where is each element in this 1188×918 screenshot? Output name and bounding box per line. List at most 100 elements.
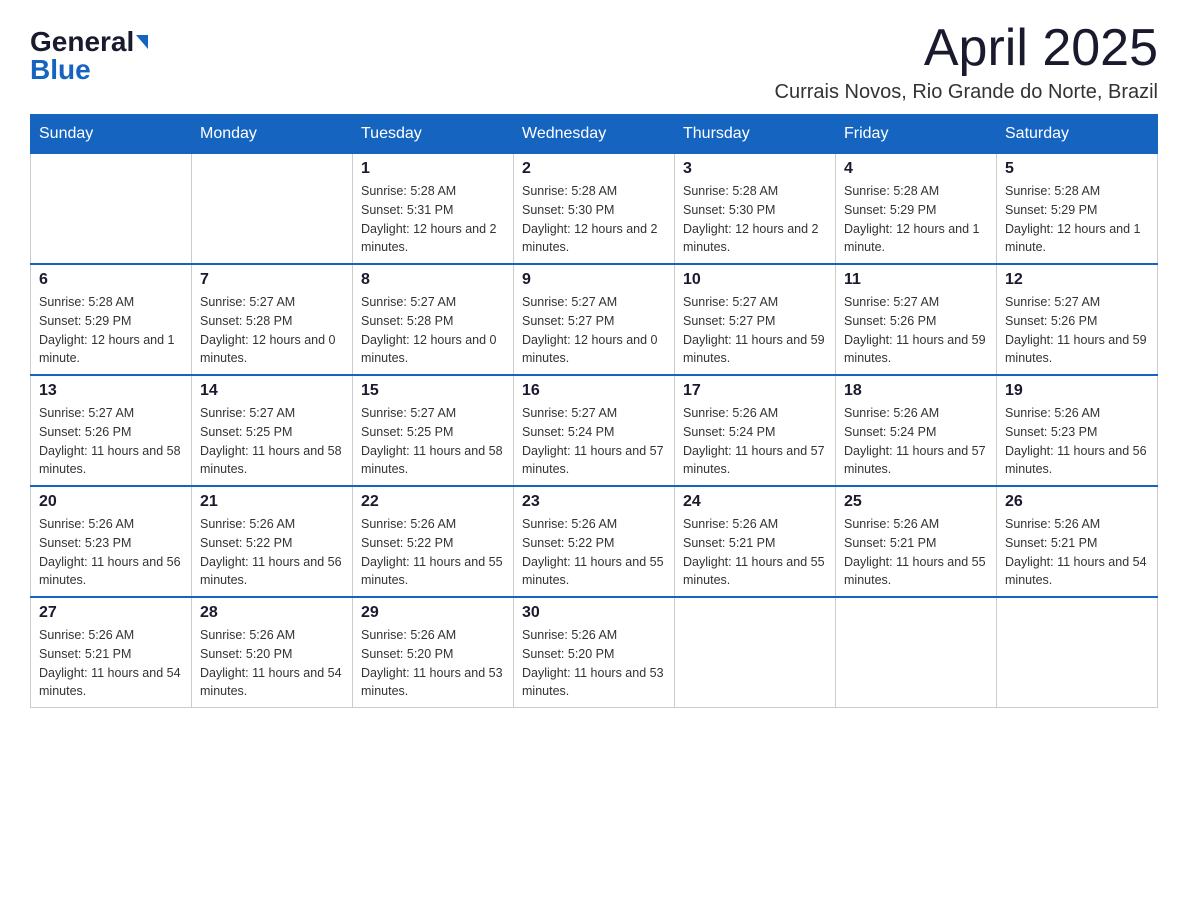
logo: General Blue bbox=[30, 20, 148, 84]
day-number: 22 bbox=[361, 493, 505, 511]
logo-general: General bbox=[30, 28, 134, 56]
day-number: 7 bbox=[200, 271, 344, 289]
table-row: 25 Sunrise: 5:26 AMSunset: 5:21 PMDayligh… bbox=[836, 486, 997, 597]
table-row: 4Sunrise: 5:28 AMSunset: 5:29 PMDaylight… bbox=[836, 154, 997, 265]
day-number: 29 bbox=[361, 604, 505, 622]
day-number: 19 bbox=[1005, 382, 1149, 400]
table-row: 5 Sunrise: 5:28 AMSunset: 5:29 PMDaylight… bbox=[997, 154, 1158, 265]
day-info: Sunrise: 5:28 AMSunset: 5:30 PMDaylight:… bbox=[683, 182, 827, 257]
table-row bbox=[836, 597, 997, 708]
table-row: 22Sunrise: 5:26 AMSunset: 5:22 PMDayligh… bbox=[353, 486, 514, 597]
table-row: 7 Sunrise: 5:27 AMSunset: 5:28 PMDaylight… bbox=[192, 264, 353, 375]
day-number: 25 bbox=[844, 493, 988, 511]
day-number: 2 bbox=[522, 160, 666, 178]
table-row bbox=[31, 154, 192, 265]
day-number: 30 bbox=[522, 604, 666, 622]
logo-blue: Blue bbox=[30, 56, 91, 84]
table-row: 28 Sunrise: 5:26 AMSunset: 5:20 PMDayligh… bbox=[192, 597, 353, 708]
table-row: 10 Sunrise: 5:27 AMSunset: 5:27 PMDayligh… bbox=[675, 264, 836, 375]
calendar-header-row: Sunday Monday Tuesday Wednesday Thursday… bbox=[31, 115, 1158, 154]
day-info: Sunrise: 5:26 AMSunset: 5:23 PMDaylight:… bbox=[39, 515, 183, 590]
calendar-week-row: 13Sunrise: 5:27 AMSunset: 5:26 PMDayligh… bbox=[31, 375, 1158, 486]
table-row: 2Sunrise: 5:28 AMSunset: 5:30 PMDaylight… bbox=[514, 154, 675, 265]
table-row bbox=[997, 597, 1158, 708]
day-number: 5 bbox=[1005, 160, 1149, 178]
table-row bbox=[675, 597, 836, 708]
day-info: Sunrise: 5:26 AMSunset: 5:21 PMDaylight:… bbox=[39, 626, 183, 701]
table-row: 27 Sunrise: 5:26 AMSunset: 5:21 PMDayligh… bbox=[31, 597, 192, 708]
day-number: 26 bbox=[1005, 493, 1149, 511]
col-friday: Friday bbox=[836, 115, 997, 154]
day-number: 21 bbox=[200, 493, 344, 511]
calendar-week-row: 6 Sunrise: 5:28 AMSunset: 5:29 PMDaylight… bbox=[31, 264, 1158, 375]
day-info: Sunrise: 5:26 AMSunset: 5:24 PMDaylight:… bbox=[844, 404, 988, 479]
table-row: 14Sunrise: 5:27 AMSunset: 5:25 PMDayligh… bbox=[192, 375, 353, 486]
table-row: 18 Sunrise: 5:26 AMSunset: 5:24 PMDayligh… bbox=[836, 375, 997, 486]
day-info: Sunrise: 5:26 AMSunset: 5:24 PMDaylight:… bbox=[683, 404, 827, 479]
location-title: Currais Novos, Rio Grande do Norte, Braz… bbox=[775, 81, 1158, 104]
table-row: 12 Sunrise: 5:27 AMSunset: 5:26 PMDayligh… bbox=[997, 264, 1158, 375]
day-number: 8 bbox=[361, 271, 505, 289]
calendar-week-row: 27 Sunrise: 5:26 AMSunset: 5:21 PMDayligh… bbox=[31, 597, 1158, 708]
table-row: 8 Sunrise: 5:27 AMSunset: 5:28 PMDaylight… bbox=[353, 264, 514, 375]
logo-arrow-icon bbox=[136, 35, 148, 49]
table-row: 19Sunrise: 5:26 AMSunset: 5:23 PMDayligh… bbox=[997, 375, 1158, 486]
col-tuesday: Tuesday bbox=[353, 115, 514, 154]
table-row: 11Sunrise: 5:27 AMSunset: 5:26 PMDayligh… bbox=[836, 264, 997, 375]
day-number: 27 bbox=[39, 604, 183, 622]
day-info: Sunrise: 5:26 AMSunset: 5:22 PMDaylight:… bbox=[522, 515, 666, 590]
calendar-week-row: 20 Sunrise: 5:26 AMSunset: 5:23 PMDayligh… bbox=[31, 486, 1158, 597]
col-monday: Monday bbox=[192, 115, 353, 154]
day-info: Sunrise: 5:26 AMSunset: 5:20 PMDaylight:… bbox=[361, 626, 505, 701]
table-row: 15 Sunrise: 5:27 AMSunset: 5:25 PMDayligh… bbox=[353, 375, 514, 486]
table-row: 26 Sunrise: 5:26 AMSunset: 5:21 PMDayligh… bbox=[997, 486, 1158, 597]
day-number: 6 bbox=[39, 271, 183, 289]
col-sunday: Sunday bbox=[31, 115, 192, 154]
day-number: 16 bbox=[522, 382, 666, 400]
day-info: Sunrise: 5:26 AMSunset: 5:21 PMDaylight:… bbox=[844, 515, 988, 590]
title-area: April 2025 Currais Novos, Rio Grande do … bbox=[775, 20, 1158, 104]
table-row: 30 Sunrise: 5:26 AMSunset: 5:20 PMDayligh… bbox=[514, 597, 675, 708]
table-row: 9 Sunrise: 5:27 AMSunset: 5:27 PMDaylight… bbox=[514, 264, 675, 375]
day-info: Sunrise: 5:27 AMSunset: 5:28 PMDaylight:… bbox=[200, 293, 344, 368]
table-row: 17Sunrise: 5:26 AMSunset: 5:24 PMDayligh… bbox=[675, 375, 836, 486]
day-number: 18 bbox=[844, 382, 988, 400]
col-saturday: Saturday bbox=[997, 115, 1158, 154]
day-info: Sunrise: 5:28 AMSunset: 5:31 PMDaylight:… bbox=[361, 182, 505, 257]
day-info: Sunrise: 5:26 AMSunset: 5:21 PMDaylight:… bbox=[683, 515, 827, 590]
day-number: 20 bbox=[39, 493, 183, 511]
day-number: 13 bbox=[39, 382, 183, 400]
day-info: Sunrise: 5:27 AMSunset: 5:24 PMDaylight:… bbox=[522, 404, 666, 479]
table-row: 24Sunrise: 5:26 AMSunset: 5:21 PMDayligh… bbox=[675, 486, 836, 597]
table-row: 1 Sunrise: 5:28 AMSunset: 5:31 PMDaylight… bbox=[353, 154, 514, 265]
header: General Blue April 2025 Currais Novos, R… bbox=[30, 20, 1158, 104]
calendar-week-row: 1 Sunrise: 5:28 AMSunset: 5:31 PMDaylight… bbox=[31, 154, 1158, 265]
day-info: Sunrise: 5:26 AMSunset: 5:21 PMDaylight:… bbox=[1005, 515, 1149, 590]
col-thursday: Thursday bbox=[675, 115, 836, 154]
table-row: 6 Sunrise: 5:28 AMSunset: 5:29 PMDaylight… bbox=[31, 264, 192, 375]
day-info: Sunrise: 5:28 AMSunset: 5:29 PMDaylight:… bbox=[39, 293, 183, 368]
day-number: 9 bbox=[522, 271, 666, 289]
table-row: 21 Sunrise: 5:26 AMSunset: 5:22 PMDayligh… bbox=[192, 486, 353, 597]
day-info: Sunrise: 5:27 AMSunset: 5:25 PMDaylight:… bbox=[361, 404, 505, 479]
table-row: 3Sunrise: 5:28 AMSunset: 5:30 PMDaylight… bbox=[675, 154, 836, 265]
day-info: Sunrise: 5:27 AMSunset: 5:26 PMDaylight:… bbox=[1005, 293, 1149, 368]
day-info: Sunrise: 5:26 AMSunset: 5:22 PMDaylight:… bbox=[200, 515, 344, 590]
day-number: 10 bbox=[683, 271, 827, 289]
table-row: 29 Sunrise: 5:26 AMSunset: 5:20 PMDayligh… bbox=[353, 597, 514, 708]
day-info: Sunrise: 5:28 AMSunset: 5:29 PMDaylight:… bbox=[844, 182, 988, 257]
day-info: Sunrise: 5:27 AMSunset: 5:28 PMDaylight:… bbox=[361, 293, 505, 368]
day-info: Sunrise: 5:27 AMSunset: 5:27 PMDaylight:… bbox=[683, 293, 827, 368]
day-number: 15 bbox=[361, 382, 505, 400]
table-row: 23 Sunrise: 5:26 AMSunset: 5:22 PMDayligh… bbox=[514, 486, 675, 597]
day-number: 23 bbox=[522, 493, 666, 511]
table-row: 16 Sunrise: 5:27 AMSunset: 5:24 PMDayligh… bbox=[514, 375, 675, 486]
day-number: 28 bbox=[200, 604, 344, 622]
day-number: 1 bbox=[361, 160, 505, 178]
day-info: Sunrise: 5:26 AMSunset: 5:20 PMDaylight:… bbox=[522, 626, 666, 701]
day-info: Sunrise: 5:28 AMSunset: 5:29 PMDaylight:… bbox=[1005, 182, 1149, 257]
day-number: 12 bbox=[1005, 271, 1149, 289]
day-info: Sunrise: 5:27 AMSunset: 5:27 PMDaylight:… bbox=[522, 293, 666, 368]
table-row: 13Sunrise: 5:27 AMSunset: 5:26 PMDayligh… bbox=[31, 375, 192, 486]
day-info: Sunrise: 5:26 AMSunset: 5:20 PMDaylight:… bbox=[200, 626, 344, 701]
